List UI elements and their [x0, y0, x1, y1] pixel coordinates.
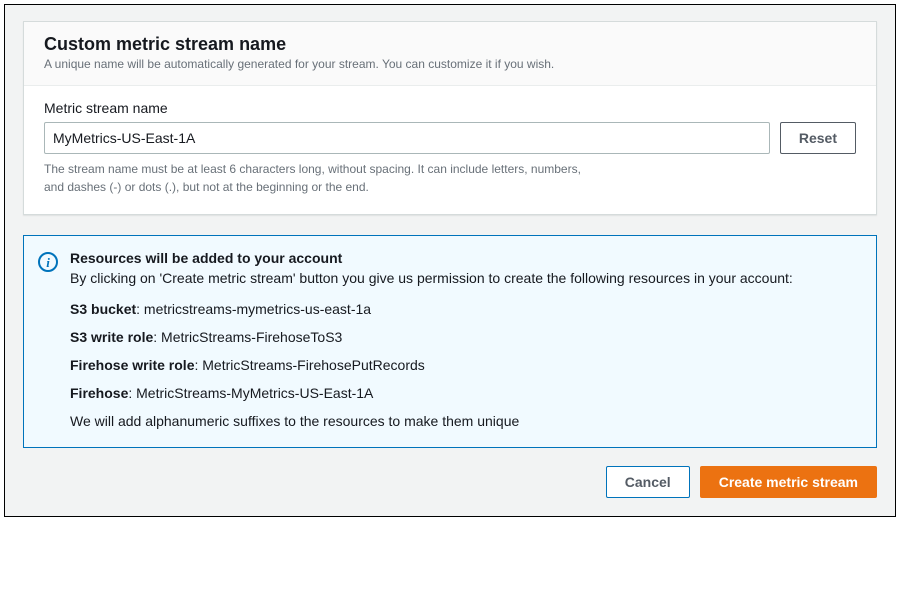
resource-line: Firehose write role: MetricStreams-Fireh…	[70, 357, 858, 373]
resource-value: metricstreams-mymetrics-us-east-1a	[144, 301, 371, 317]
panel-title: Custom metric stream name	[44, 34, 856, 55]
panel-body: Metric stream name Reset The stream name…	[24, 86, 876, 214]
resource-value: MetricStreams-FirehosePutRecords	[202, 357, 425, 373]
resource-line: S3 write role: MetricStreams-FirehoseToS…	[70, 329, 858, 345]
info-title: Resources will be added to your account	[70, 250, 858, 266]
reset-button[interactable]: Reset	[780, 122, 856, 154]
resources-info-box: i Resources will be added to your accoun…	[23, 235, 877, 448]
stream-name-hint: The stream name must be at least 6 chara…	[44, 160, 664, 196]
info-icon-wrap: i	[38, 250, 58, 429]
hint-line-2: and dashes (-) or dots (.), but not at t…	[44, 180, 369, 194]
info-intro: By clicking on 'Create metric stream' bu…	[70, 268, 858, 289]
resource-line: Firehose: MetricStreams-MyMetrics-US-Eas…	[70, 385, 858, 401]
resource-value: MetricStreams-MyMetrics-US-East-1A	[136, 385, 373, 401]
stream-name-input[interactable]	[44, 122, 770, 154]
resource-label: S3 bucket	[70, 301, 136, 317]
footer-actions: Cancel Create metric stream	[23, 466, 877, 498]
resource-label: Firehose write role	[70, 357, 194, 373]
resource-label: Firehose	[70, 385, 128, 401]
resource-line: S3 bucket: metricstreams-mymetrics-us-ea…	[70, 301, 858, 317]
suffix-note: We will add alphanumeric suffixes to the…	[70, 413, 858, 429]
panel-header: Custom metric stream name A unique name …	[24, 22, 876, 86]
panel-description: A unique name will be automatically gene…	[44, 57, 856, 71]
create-metric-stream-button[interactable]: Create metric stream	[700, 466, 877, 498]
stream-name-row: Reset	[44, 122, 856, 154]
stream-name-panel: Custom metric stream name A unique name …	[23, 21, 877, 215]
stream-name-label: Metric stream name	[44, 100, 856, 116]
hint-line-1: The stream name must be at least 6 chara…	[44, 162, 581, 176]
info-icon: i	[38, 252, 58, 272]
info-content: Resources will be added to your account …	[70, 250, 858, 429]
resource-value: MetricStreams-FirehoseToS3	[161, 329, 342, 345]
cancel-button[interactable]: Cancel	[606, 466, 690, 498]
page-container: Custom metric stream name A unique name …	[4, 4, 896, 517]
resource-label: S3 write role	[70, 329, 153, 345]
